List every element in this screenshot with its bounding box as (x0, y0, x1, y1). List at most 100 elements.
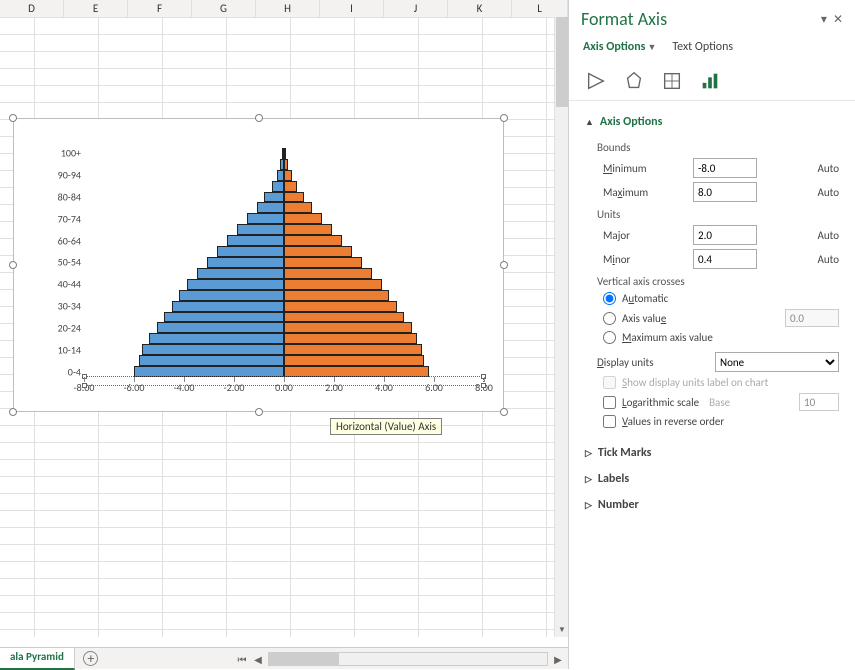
column-header[interactable]: F (128, 0, 192, 17)
section-number[interactable]: ▷Number (569, 492, 855, 518)
resize-handle[interactable] (500, 408, 508, 416)
minor-auto-button[interactable]: Auto (817, 253, 839, 266)
major-auto-button[interactable]: Auto (817, 229, 839, 242)
section-labels[interactable]: ▷Labels (569, 466, 855, 492)
vac-axis-value-radio[interactable] (603, 312, 616, 325)
log-scale-checkbox[interactable] (603, 396, 616, 409)
bar-right[interactable] (284, 213, 322, 224)
bar-right[interactable] (284, 312, 404, 323)
vertical-scrollbar[interactable]: ▲ ▼ (554, 17, 568, 637)
bar-right[interactable] (284, 333, 417, 344)
resize-handle[interactable] (255, 408, 263, 416)
tab-nav-prev[interactable]: ◀ (252, 653, 264, 665)
bar-left[interactable] (264, 192, 284, 203)
scroll-thumb[interactable] (556, 17, 568, 107)
tab-nav-first[interactable]: ⏮ (236, 653, 248, 665)
size-properties-icon[interactable] (661, 70, 683, 92)
y-axis-label: 30-34 (36, 300, 81, 313)
vac-maximum-radio[interactable] (603, 331, 616, 344)
bar-right[interactable] (284, 170, 292, 181)
bar-left[interactable] (142, 344, 285, 355)
bar-right[interactable] (284, 148, 286, 159)
resize-handle[interactable] (9, 261, 17, 269)
bar-left[interactable] (272, 181, 285, 192)
bar-right[interactable] (284, 344, 422, 355)
bar-left[interactable] (187, 279, 285, 290)
bar-right[interactable] (284, 192, 304, 203)
display-units-select[interactable]: None (715, 352, 839, 372)
bar-left[interactable] (197, 268, 285, 279)
bar-right[interactable] (284, 290, 389, 301)
new-sheet-button[interactable]: + (79, 648, 103, 670)
resize-handle[interactable] (9, 114, 17, 122)
bar-right[interactable] (284, 322, 412, 333)
fill-line-icon[interactable] (585, 70, 607, 92)
scroll-down-button[interactable]: ▼ (555, 623, 569, 637)
maximum-auto-button[interactable]: Auto (817, 186, 839, 199)
minimum-auto-button[interactable]: Auto (817, 162, 839, 175)
column-header[interactable]: L (512, 0, 568, 17)
bar-left[interactable] (217, 246, 285, 257)
chart-plot-area[interactable] (84, 137, 484, 377)
scroll-thumb[interactable] (269, 653, 339, 665)
bar-left[interactable] (237, 224, 285, 235)
bar-left[interactable] (139, 355, 284, 366)
sheet-tab-active[interactable]: ala Pyramid (0, 648, 75, 670)
reverse-order-checkbox[interactable] (603, 415, 616, 428)
bar-left[interactable] (164, 312, 284, 323)
label-vertical-axis-crosses: Vertical axis crosses (597, 275, 839, 288)
bar-right[interactable] (284, 159, 288, 170)
bar-left[interactable] (179, 290, 284, 301)
close-icon[interactable]: ✕ (833, 12, 843, 27)
sheet-tab-strip: ala Pyramid + ⏮ ◀ ▶ (0, 647, 568, 669)
bar-left[interactable] (277, 170, 285, 181)
axis-options-icon[interactable] (699, 70, 721, 92)
chart-object[interactable]: 0-410-1420-2430-3440-4450-5460-6470-7480… (13, 118, 504, 412)
tab-text-options[interactable]: Text Options (672, 40, 733, 54)
section-tick-marks[interactable]: ▷Tick Marks (569, 440, 855, 466)
bar-left[interactable] (227, 235, 285, 246)
resize-handle[interactable] (500, 114, 508, 122)
resize-handle[interactable] (9, 408, 17, 416)
vac-axis-value-input[interactable] (785, 309, 839, 327)
bar-left[interactable] (247, 213, 285, 224)
bar-right[interactable] (284, 235, 342, 246)
bar-left[interactable] (149, 333, 284, 344)
bar-left[interactable] (157, 322, 285, 333)
column-headers: DEFGHIJKL (0, 0, 568, 17)
horizontal-scrollbar[interactable] (268, 652, 548, 666)
column-header[interactable]: J (384, 0, 448, 17)
bar-right[interactable] (284, 202, 312, 213)
column-header[interactable]: H (256, 0, 320, 17)
resize-handle[interactable] (500, 261, 508, 269)
column-header[interactable]: D (0, 0, 64, 17)
bar-right[interactable] (284, 224, 332, 235)
tab-axis-options[interactable]: Axis Options▼ (583, 40, 656, 54)
bar-left[interactable] (207, 257, 285, 268)
minimum-input[interactable] (693, 158, 757, 178)
bar-right[interactable] (284, 355, 424, 366)
maximum-input[interactable] (693, 182, 757, 202)
major-input[interactable] (693, 225, 757, 245)
pane-options-button[interactable]: ▾ (821, 12, 827, 27)
bar-right[interactable] (284, 246, 352, 257)
column-header[interactable]: I (320, 0, 384, 17)
bar-right[interactable] (284, 268, 372, 279)
bar-left[interactable] (257, 202, 285, 213)
bar-right[interactable] (284, 181, 297, 192)
resize-handle[interactable] (255, 114, 263, 122)
minor-input[interactable] (693, 249, 757, 269)
y-axis-label: 0-4 (36, 365, 81, 378)
section-axis-options[interactable]: ▲Axis Options (585, 109, 839, 135)
tab-nav-next[interactable]: ▶ (552, 653, 564, 665)
column-header[interactable]: E (64, 0, 128, 17)
bar-right[interactable] (284, 279, 382, 290)
vac-automatic-radio[interactable] (603, 292, 616, 305)
effects-icon[interactable] (623, 70, 645, 92)
bar-right[interactable] (284, 301, 397, 312)
column-header[interactable]: K (448, 0, 512, 17)
log-base-input[interactable] (799, 393, 839, 411)
column-header[interactable]: G (192, 0, 256, 17)
bar-right[interactable] (284, 257, 362, 268)
bar-left[interactable] (172, 301, 285, 312)
